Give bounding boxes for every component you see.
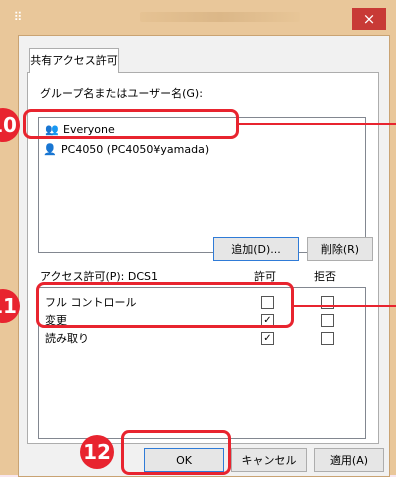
group-label: グループ名またはユーザー名(G):: [40, 87, 203, 100]
title-text: [140, 12, 300, 22]
close-button[interactable]: ×: [352, 8, 386, 30]
user-icon: 👤: [43, 143, 57, 156]
dialog-window: ⠿ × 共有アクセス許可 グループ名またはユーザー名(G): 👥 Everyone…: [0, 0, 396, 477]
perm-read: 読み取り: [45, 332, 89, 345]
step-badge-12: 12: [80, 435, 114, 469]
deny-read-checkbox[interactable]: [321, 332, 334, 345]
leader-line-11: [292, 305, 396, 307]
cancel-button[interactable]: キャンセル: [231, 448, 307, 472]
add-button[interactable]: 追加(D)...: [213, 237, 299, 261]
step-badge-10: 10: [0, 108, 20, 142]
remove-button[interactable]: 削除(R): [307, 237, 373, 261]
user-name: PC4050 (PC4050¥yamada): [61, 143, 210, 156]
list-item-pc4050[interactable]: 👤 PC4050 (PC4050¥yamada): [43, 141, 209, 159]
deny-header: 拒否: [314, 270, 336, 283]
tab-share-permissions[interactable]: 共有アクセス許可: [29, 48, 119, 73]
highlight-permissions: [36, 282, 294, 328]
leader-line-10: [237, 123, 396, 125]
step-badge-11: 11: [0, 289, 20, 323]
highlight-user: [23, 109, 239, 139]
allow-read-checkbox[interactable]: ✓: [261, 332, 274, 345]
app-icon: ⠿: [13, 10, 23, 24]
title-bar: ⠿ ×: [0, 0, 396, 34]
apply-button[interactable]: 適用(A): [314, 448, 384, 472]
dialog-body: 共有アクセス許可 グループ名またはユーザー名(G): 👥 Everyone 👤 PC…: [18, 35, 390, 477]
deny-full-control-checkbox[interactable]: [321, 296, 334, 309]
deny-change-checkbox[interactable]: [321, 314, 334, 327]
highlight-ok: [121, 430, 231, 475]
